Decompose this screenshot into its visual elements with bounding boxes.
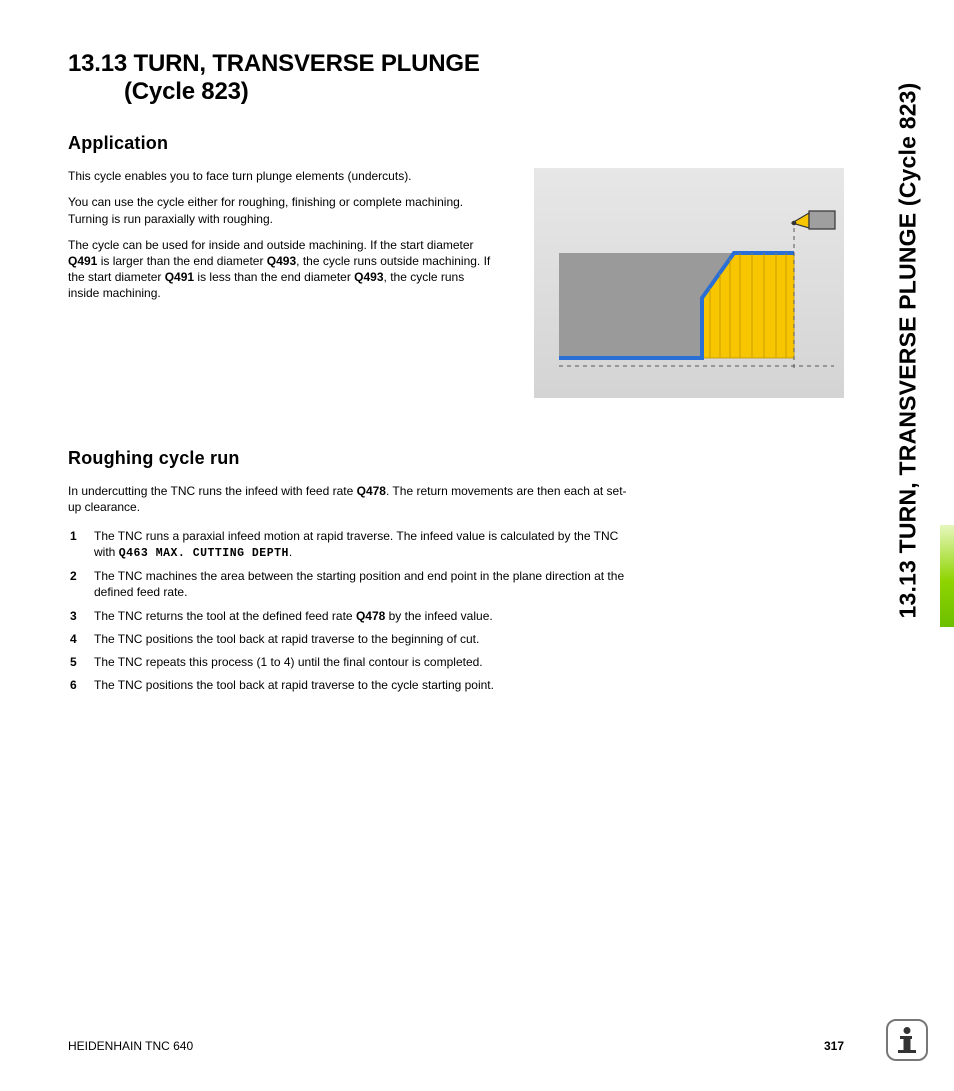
application-row: This cycle enables you to face turn plun… [68, 168, 844, 398]
page-title: 13.13 TURN, TRANSVERSE PLUNGE (Cycle 823… [68, 50, 844, 105]
step-3: The TNC returns the tool at the defined … [68, 608, 628, 624]
title-line2: (Cycle 823) [68, 78, 844, 106]
roughing-heading: Roughing cycle run [68, 448, 844, 469]
footer-product: HEIDENHAIN TNC 640 [68, 1039, 193, 1053]
cycle-diagram [534, 168, 844, 398]
roughing-intro: In undercutting the TNC runs the infeed … [68, 483, 628, 515]
step-5: The TNC repeats this process (1 to 4) un… [68, 654, 628, 670]
info-icon [886, 1019, 928, 1061]
step-4: The TNC positions the tool back at rapid… [68, 631, 628, 647]
page-footer: HEIDENHAIN TNC 640 317 [68, 1039, 844, 1053]
step-1: The TNC runs a paraxial infeed motion at… [68, 528, 628, 562]
roughing-section: In undercutting the TNC runs the infeed … [68, 483, 628, 693]
application-heading: Application [68, 133, 844, 154]
application-p3: The cycle can be used for inside and out… [68, 237, 498, 302]
page-number: 317 [824, 1039, 844, 1053]
page: 13.13 TURN, TRANSVERSE PLUNGE (Cycle 823… [0, 0, 954, 1091]
figure-column [526, 168, 844, 398]
side-accent-bar [940, 525, 954, 627]
side-title: 13.13 TURN, TRANSVERSE PLUNGE (Cycle 823… [895, 82, 922, 618]
side-title-container: 13.13 TURN, TRANSVERSE PLUNGE (Cycle 823… [888, 40, 928, 660]
title-line1: 13.13 TURN, TRANSVERSE PLUNGE [68, 50, 844, 78]
application-p2: You can use the cycle either for roughin… [68, 194, 498, 226]
application-p1: This cycle enables you to face turn plun… [68, 168, 498, 184]
roughing-steps: The TNC runs a paraxial infeed motion at… [68, 528, 628, 694]
step-6: The TNC positions the tool back at rapid… [68, 677, 628, 693]
step-2: The TNC machines the area between the st… [68, 568, 628, 600]
application-text: This cycle enables you to face turn plun… [68, 168, 498, 398]
